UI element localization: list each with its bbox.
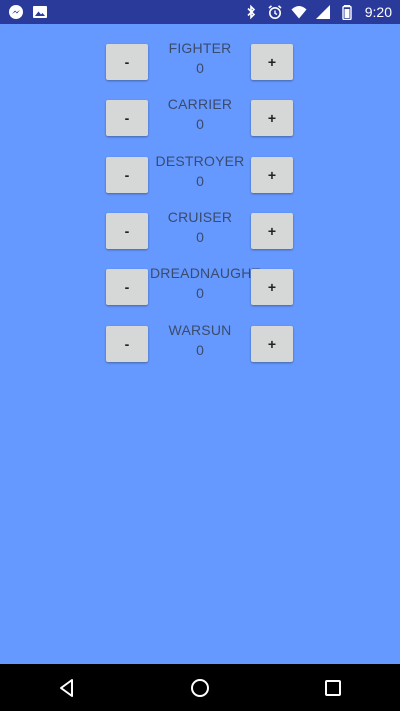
unit-label-block: DREADNAUGHT 0 [150, 264, 261, 304]
increment-fighter-button[interactable]: + [251, 44, 293, 80]
recents-button[interactable] [309, 668, 357, 708]
status-bar: 9:20 [0, 0, 400, 24]
increment-carrier-button[interactable]: + [251, 100, 293, 136]
increment-cruiser-button[interactable]: + [251, 213, 293, 249]
decrement-cruiser-button[interactable]: - [106, 213, 148, 249]
unit-label-block: FIGHTER 0 [150, 39, 250, 79]
home-icon [190, 678, 209, 697]
decrement-carrier-button[interactable]: - [106, 100, 148, 136]
unit-name: CARRIER [167, 96, 233, 112]
unit-label-block: CRUISER 0 [150, 208, 250, 248]
unit-name: CRUISER [167, 209, 233, 225]
unit-name: DESTROYER [155, 153, 245, 169]
unit-label-block: DESTROYER 0 [150, 152, 250, 192]
status-right-icons: 9:20 [243, 4, 392, 20]
status-time: 9:20 [364, 4, 392, 20]
image-icon [32, 4, 48, 20]
decrement-dreadnaught-button[interactable]: - [106, 269, 148, 305]
back-button[interactable] [43, 668, 91, 708]
decrement-destroyer-button[interactable]: - [106, 157, 148, 193]
increment-destroyer-button[interactable]: + [251, 157, 293, 193]
unit-name: WARSUN [168, 322, 232, 338]
navigation-bar [0, 664, 400, 711]
unit-count: 0 [196, 60, 204, 76]
signal-icon [315, 4, 331, 20]
decrement-warsun-button[interactable]: - [106, 326, 148, 362]
unit-count: 0 [196, 116, 204, 132]
messenger-icon [8, 4, 24, 20]
unit-count: 0 [196, 173, 204, 189]
unit-row-destroyer: - DESTROYER 0 + [0, 153, 400, 193]
unit-row-dreadnaught: - DREADNAUGHT 0 + [0, 265, 400, 305]
unit-counter-list: - FIGHTER 0 + - CARRIER 0 + - DESTROYER … [0, 24, 400, 664]
unit-row-carrier: - CARRIER 0 + [0, 96, 400, 136]
unit-row-cruiser: - CRUISER 0 + [0, 209, 400, 249]
home-button[interactable] [176, 668, 224, 708]
unit-label-block: WARSUN 0 [150, 321, 250, 361]
unit-row-fighter: - FIGHTER 0 + [0, 40, 400, 80]
bluetooth-icon [243, 4, 259, 20]
unit-label-block: CARRIER 0 [150, 95, 250, 135]
wifi-icon [291, 4, 307, 20]
unit-row-warsun: - WARSUN 0 + [0, 322, 400, 362]
increment-dreadnaught-button[interactable]: + [251, 269, 293, 305]
unit-count: 0 [196, 342, 204, 358]
increment-warsun-button[interactable]: + [251, 326, 293, 362]
status-left-icons [8, 4, 48, 20]
back-icon [59, 678, 73, 697]
unit-count: 0 [196, 285, 204, 301]
unit-name: DREADNAUGHT [150, 265, 261, 281]
unit-count: 0 [196, 229, 204, 245]
battery-icon [339, 4, 355, 20]
unit-name: FIGHTER [168, 40, 232, 56]
decrement-fighter-button[interactable]: - [106, 44, 148, 80]
alarm-icon [267, 4, 283, 20]
recents-icon [325, 679, 342, 696]
